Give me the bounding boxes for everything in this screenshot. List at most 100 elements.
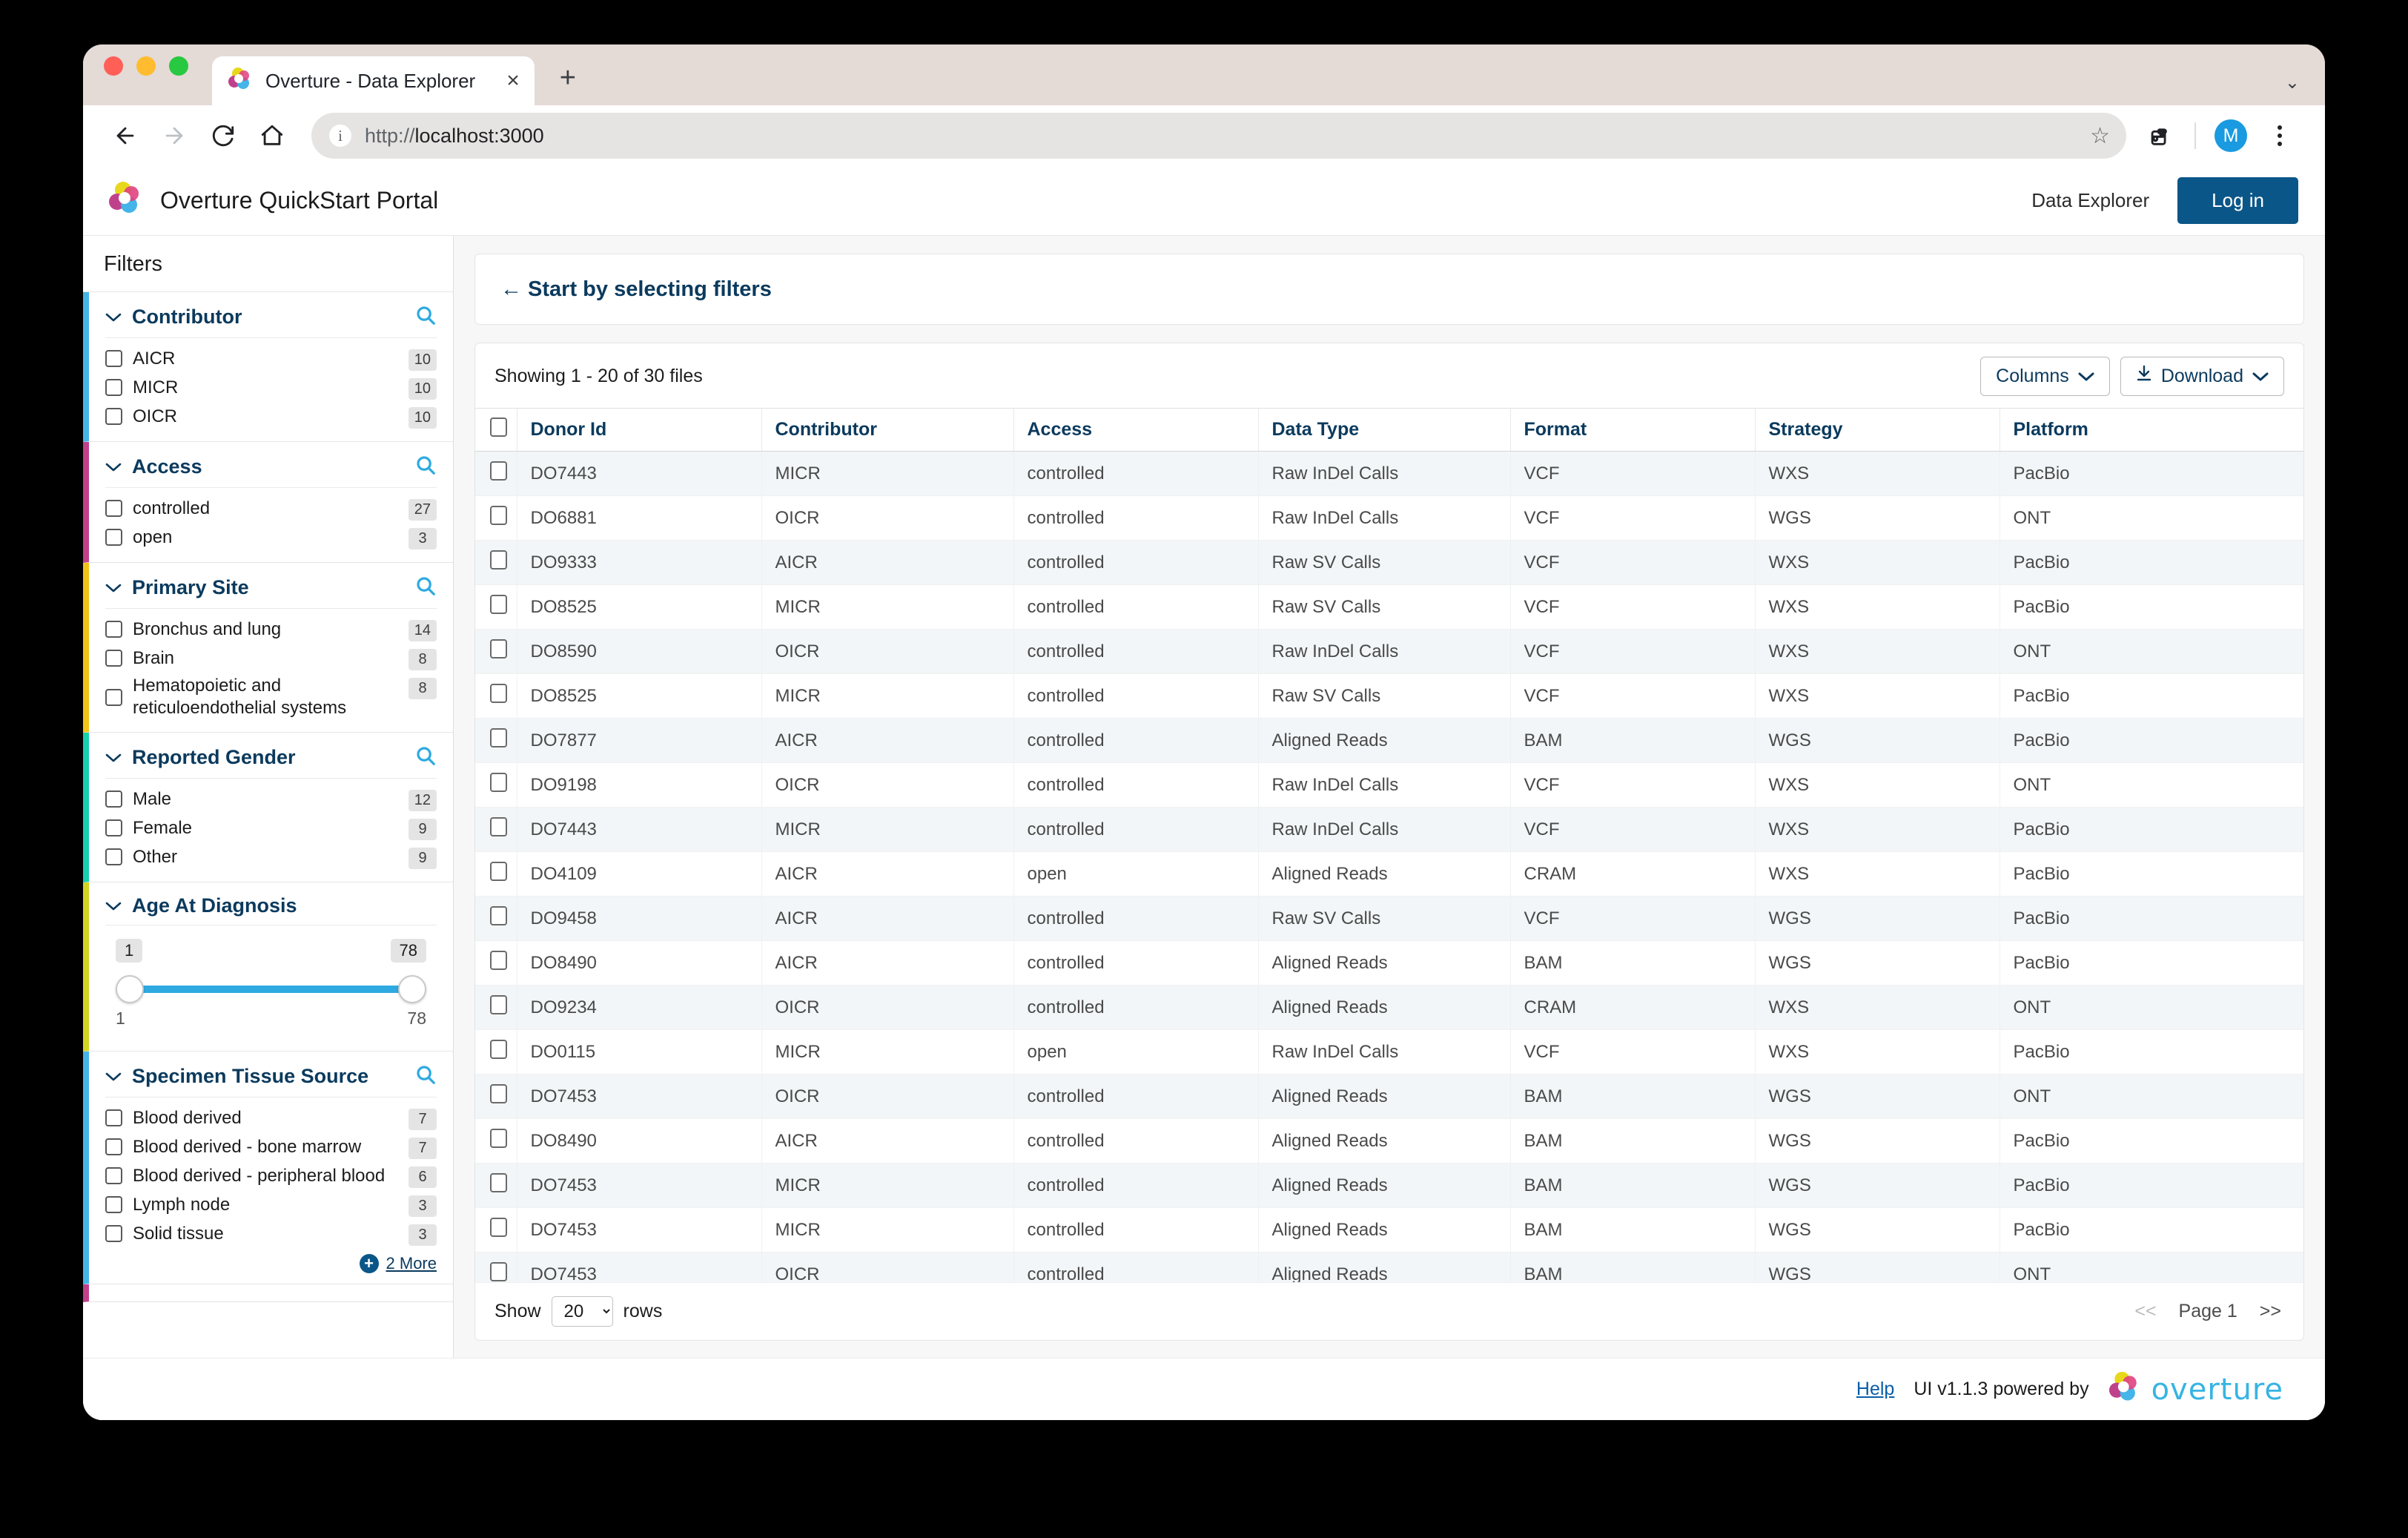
new-tab-icon[interactable]: + bbox=[560, 64, 576, 105]
next-page-button[interactable]: >> bbox=[2260, 1301, 2281, 1322]
row-checkbox[interactable] bbox=[490, 817, 507, 836]
filter-checkbox[interactable] bbox=[105, 791, 122, 808]
start-filters-text[interactable]: ← Start by selecting filters bbox=[500, 277, 772, 302]
filter-checkbox[interactable] bbox=[105, 500, 122, 517]
table-row[interactable]: DO7453OICRcontrolledAligned ReadsBAMWGSO… bbox=[475, 1075, 2303, 1119]
filter-checkbox[interactable] bbox=[105, 529, 122, 546]
table-row[interactable]: DO7443MICRcontrolledRaw InDel CallsVCFWX… bbox=[475, 452, 2303, 496]
help-link[interactable]: Help bbox=[1856, 1379, 1894, 1400]
filter-checkbox[interactable] bbox=[105, 379, 122, 396]
filter-checkbox[interactable] bbox=[105, 650, 122, 667]
profile-button[interactable]: M bbox=[2208, 113, 2254, 159]
table-row[interactable]: DO8490AICRcontrolledAligned ReadsBAMWGSP… bbox=[475, 1119, 2303, 1164]
column-header-access[interactable]: Access bbox=[1013, 409, 1258, 452]
facet-header[interactable]: Access bbox=[105, 454, 437, 488]
filter-checkbox[interactable] bbox=[105, 1167, 122, 1184]
column-header-data-type[interactable]: Data Type bbox=[1258, 409, 1510, 452]
filter-option[interactable]: OICR10 bbox=[105, 402, 437, 431]
row-checkbox[interactable] bbox=[490, 639, 507, 659]
search-icon[interactable] bbox=[414, 454, 437, 480]
home-button[interactable] bbox=[249, 113, 295, 159]
maximize-window-button[interactable] bbox=[169, 56, 188, 76]
table-row[interactable]: DO0115MICRopenRaw InDel CallsVCFWXSPacBi… bbox=[475, 1030, 2303, 1075]
slider-max-handle[interactable] bbox=[398, 975, 426, 1003]
prev-page-button[interactable]: << bbox=[2134, 1301, 2156, 1322]
row-checkbox[interactable] bbox=[490, 550, 507, 570]
row-checkbox[interactable] bbox=[490, 684, 507, 703]
filter-option[interactable]: Female9 bbox=[105, 813, 437, 842]
search-icon[interactable] bbox=[414, 304, 437, 330]
row-checkbox[interactable] bbox=[490, 595, 507, 614]
table-row[interactable]: DO8525MICRcontrolledRaw SV CallsVCFWXSPa… bbox=[475, 585, 2303, 630]
row-checkbox[interactable] bbox=[490, 1040, 507, 1059]
table-row[interactable]: DO8525MICRcontrolledRaw SV CallsVCFWXSPa… bbox=[475, 674, 2303, 719]
row-checkbox[interactable] bbox=[490, 773, 507, 792]
chevron-down-icon[interactable] bbox=[105, 750, 122, 766]
slider-track-row[interactable] bbox=[116, 971, 426, 1007]
chevron-down-icon[interactable] bbox=[105, 309, 122, 326]
row-checkbox[interactable] bbox=[490, 1262, 507, 1281]
filter-option[interactable]: AICR10 bbox=[105, 344, 437, 373]
filter-checkbox[interactable] bbox=[105, 408, 122, 425]
row-checkbox[interactable] bbox=[490, 906, 507, 925]
row-checkbox[interactable] bbox=[490, 1218, 507, 1237]
filter-checkbox[interactable] bbox=[105, 1196, 122, 1213]
tabstrip-chevron-container[interactable]: ⌄ bbox=[2285, 72, 2300, 93]
bookmark-star-icon[interactable]: ☆ bbox=[2090, 123, 2110, 149]
filter-option[interactable]: Hematopoietic and reticuloendothelial sy… bbox=[105, 673, 437, 722]
table-row[interactable]: DO8490AICRcontrolledAligned ReadsBAMWGSP… bbox=[475, 941, 2303, 986]
table-row[interactable]: DO9198OICRcontrolledRaw InDel CallsVCFWX… bbox=[475, 763, 2303, 808]
forward-button[interactable] bbox=[151, 113, 197, 159]
column-header-strategy[interactable]: Strategy bbox=[1755, 409, 2000, 452]
filter-option[interactable]: Solid tissue3 bbox=[105, 1219, 437, 1248]
column-header-platform[interactable]: Platform bbox=[2000, 409, 2303, 452]
show-more-link[interactable]: 2 More bbox=[386, 1254, 437, 1273]
extensions-icon[interactable] bbox=[2137, 113, 2183, 159]
filter-checkbox[interactable] bbox=[105, 350, 122, 367]
table-row[interactable]: DO9234OICRcontrolledAligned ReadsCRAMWXS… bbox=[475, 986, 2303, 1030]
site-info-icon[interactable]: i bbox=[329, 125, 351, 147]
table-row[interactable]: DO7453MICRcontrolledAligned ReadsBAMWGSP… bbox=[475, 1164, 2303, 1208]
nav-data-explorer[interactable]: Data Explorer bbox=[2031, 189, 2149, 212]
login-button[interactable]: Log in bbox=[2177, 177, 2298, 224]
search-icon[interactable] bbox=[414, 1063, 437, 1089]
column-header-format[interactable]: Format bbox=[1510, 409, 1755, 452]
row-checkbox[interactable] bbox=[490, 461, 507, 481]
age-range-slider[interactable]: 178178 bbox=[105, 931, 437, 1040]
chevron-down-icon[interactable] bbox=[105, 898, 122, 914]
table-row[interactable]: DO6881OICRcontrolledRaw InDel CallsVCFWG… bbox=[475, 496, 2303, 541]
filter-option[interactable]: Blood derived7 bbox=[105, 1103, 437, 1132]
filter-option[interactable]: Blood derived - bone marrow7 bbox=[105, 1132, 437, 1161]
browser-menu-button[interactable] bbox=[2257, 113, 2303, 159]
row-checkbox[interactable] bbox=[490, 1173, 507, 1192]
column-header-contributor[interactable]: Contributor bbox=[761, 409, 1013, 452]
facet-header[interactable]: Primary Site bbox=[105, 575, 437, 609]
row-checkbox[interactable] bbox=[490, 728, 507, 747]
table-row[interactable]: DO7877AICRcontrolledAligned ReadsBAMWGSP… bbox=[475, 719, 2303, 763]
table-row[interactable]: DO9333AICRcontrolledRaw SV CallsVCFWXSPa… bbox=[475, 541, 2303, 585]
chevron-down-icon[interactable] bbox=[105, 580, 122, 596]
filter-option[interactable]: Lymph node3 bbox=[105, 1190, 437, 1219]
filter-checkbox[interactable] bbox=[105, 1225, 122, 1242]
facet-header[interactable]: Specimen Tissue Source bbox=[105, 1063, 437, 1098]
row-checkbox[interactable] bbox=[490, 1084, 507, 1103]
filter-option[interactable]: Bronchus and lung14 bbox=[105, 615, 437, 644]
table-scroll-area[interactable]: Donor IdContributorAccessData TypeFormat… bbox=[475, 408, 2303, 1282]
show-more-row[interactable]: +2 More bbox=[105, 1254, 437, 1273]
row-checkbox[interactable] bbox=[490, 1129, 507, 1148]
search-icon[interactable] bbox=[414, 745, 437, 770]
brand[interactable]: Overture QuickStart Portal bbox=[108, 180, 438, 221]
filter-checkbox[interactable] bbox=[105, 1109, 122, 1126]
facet-header[interactable]: Age At Diagnosis bbox=[105, 894, 437, 925]
filter-option[interactable]: Other9 bbox=[105, 842, 437, 871]
filter-option[interactable]: MICR10 bbox=[105, 373, 437, 402]
rows-per-page-select[interactable]: 2050100 bbox=[552, 1296, 613, 1327]
close-window-button[interactable] bbox=[104, 56, 123, 76]
column-header-donor-id[interactable]: Donor Id bbox=[517, 409, 761, 452]
row-checkbox[interactable] bbox=[490, 995, 507, 1014]
filter-checkbox[interactable] bbox=[105, 689, 122, 706]
row-checkbox[interactable] bbox=[490, 506, 507, 525]
facet-header[interactable]: Reported Gender bbox=[105, 745, 437, 779]
filter-option[interactable]: Male12 bbox=[105, 785, 437, 813]
address-bar[interactable]: i http://localhost:3000 ☆ bbox=[311, 113, 2126, 159]
